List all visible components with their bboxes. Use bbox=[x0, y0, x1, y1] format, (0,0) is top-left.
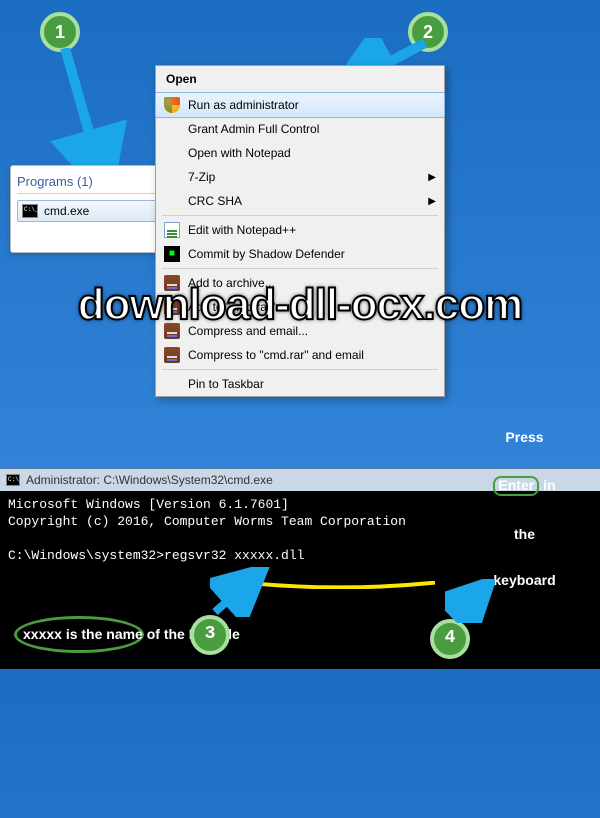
callout-press-enter: Press Enter in the keyboard bbox=[477, 400, 572, 619]
highlight-underline bbox=[198, 561, 388, 569]
archive-icon bbox=[164, 323, 180, 339]
cmd-prompt: C:\Windows\system32> bbox=[8, 548, 164, 563]
archive-icon bbox=[164, 347, 180, 363]
menu-item-label: Grant Admin Full Control bbox=[188, 122, 319, 136]
enter-key-box: Enter bbox=[493, 476, 539, 495]
step-badge-2: 2 bbox=[408, 12, 448, 52]
menu-item[interactable]: Open with Notepad bbox=[156, 141, 444, 165]
menu-item-label: Run as administrator bbox=[188, 98, 299, 112]
menu-item-label: Add to "cmd.rar" bbox=[188, 300, 275, 314]
cmd-title: Administrator: C:\Windows\System32\cmd.e… bbox=[26, 473, 273, 487]
submenu-arrow-icon: ▶ bbox=[428, 196, 436, 207]
menu-item[interactable]: Add to archive... bbox=[156, 271, 444, 295]
callout-word: Press bbox=[477, 430, 572, 445]
cmd-icon bbox=[22, 204, 38, 218]
step-badge-4: 4 bbox=[430, 619, 470, 659]
menu-item-label: CRC SHA bbox=[188, 194, 242, 208]
menu-item[interactable]: Add to "cmd.rar" bbox=[156, 295, 444, 319]
menu-item-label: Add to archive... bbox=[188, 276, 275, 290]
blank-icon bbox=[164, 193, 180, 209]
menu-item-label: Compress and email... bbox=[188, 324, 308, 338]
menu-item-label: Commit by Shadow Defender bbox=[188, 247, 345, 261]
callout-word: in bbox=[543, 477, 555, 493]
menu-item[interactable]: Compress to "cmd.rar" and email bbox=[156, 343, 444, 367]
blank-icon bbox=[164, 376, 180, 392]
menu-separator bbox=[162, 268, 438, 269]
shadow-defender-icon: ■ bbox=[164, 246, 180, 262]
step-badge-1: 1 bbox=[40, 12, 80, 52]
context-menu: Open Run as administrator Grant Admin Ful… bbox=[155, 65, 445, 397]
menu-separator bbox=[162, 369, 438, 370]
blank-icon bbox=[164, 145, 180, 161]
menu-item[interactable]: Pin to Taskbar bbox=[156, 372, 444, 396]
menu-item[interactable]: ■ Commit by Shadow Defender bbox=[156, 242, 444, 266]
menu-separator bbox=[162, 215, 438, 216]
step-badge-3: 3 bbox=[190, 615, 230, 655]
blank-icon bbox=[164, 121, 180, 137]
cmd-icon bbox=[6, 474, 20, 486]
callout-word: the bbox=[477, 527, 572, 542]
archive-icon bbox=[164, 275, 180, 291]
menu-item-label: Pin to Taskbar bbox=[188, 377, 264, 391]
menu-item[interactable]: Run as administrator bbox=[155, 92, 445, 118]
menu-item-label: 7-Zip bbox=[188, 170, 215, 184]
menu-item-label: Compress to "cmd.rar" and email bbox=[188, 348, 364, 362]
archive-icon bbox=[164, 299, 180, 315]
blank-icon bbox=[164, 169, 180, 185]
cmd-line1: Microsoft Windows [Version 6.1.7601] bbox=[8, 497, 289, 512]
callout-word: keyboard bbox=[477, 573, 572, 588]
context-menu-title: Open bbox=[156, 66, 444, 93]
menu-item-label: Open with Notepad bbox=[188, 146, 291, 160]
menu-item[interactable]: 7-Zip ▶ bbox=[156, 165, 444, 189]
callout-dll-name: xxxxx is the name of the DLL file bbox=[14, 616, 144, 653]
program-item-label: cmd.exe bbox=[44, 204, 89, 218]
menu-item[interactable]: Edit with Notepad++ bbox=[156, 218, 444, 242]
submenu-arrow-icon: ▶ bbox=[428, 172, 436, 183]
menu-item[interactable]: CRC SHA ▶ bbox=[156, 189, 444, 213]
cmd-line2: Copyright (c) 2016, Computer Worms Team … bbox=[8, 514, 406, 529]
menu-item-label: Edit with Notepad++ bbox=[188, 223, 296, 237]
cmd-window: Administrator: C:\Windows\System32\cmd.e… bbox=[0, 468, 600, 668]
cmd-body[interactable]: Microsoft Windows [Version 6.1.7601] Cop… bbox=[0, 491, 600, 669]
shield-icon bbox=[164, 97, 180, 113]
menu-item[interactable]: Compress and email... bbox=[156, 319, 444, 343]
menu-item[interactable]: Grant Admin Full Control bbox=[156, 117, 444, 141]
notepad-icon bbox=[164, 222, 180, 238]
